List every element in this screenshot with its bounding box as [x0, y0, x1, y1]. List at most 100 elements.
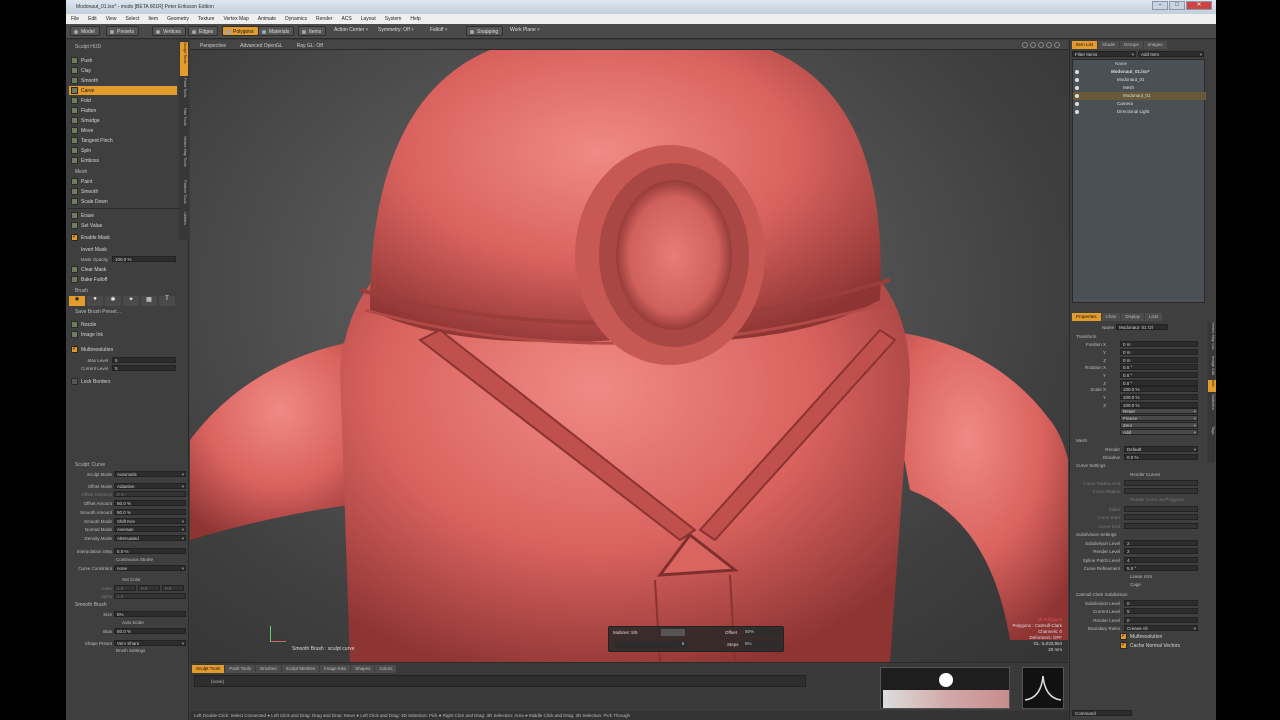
tab-image-inks[interactable]: Image Inks — [320, 665, 351, 673]
normal-mode-dropdown[interactable]: Average — [114, 526, 186, 532]
work-plane-dropdown[interactable]: Work Plane — [510, 27, 540, 33]
menu-geometry[interactable]: Geometry — [167, 16, 189, 24]
tab-display[interactable]: Display — [1121, 313, 1145, 321]
cc-multiresolution-checkbox[interactable]: Multiresolution — [1118, 632, 1198, 641]
brush-settings-button[interactable]: Brush Settings — [116, 648, 145, 653]
tool-paint[interactable]: Paint — [69, 177, 177, 186]
menu-item[interactable]: Item — [148, 16, 158, 24]
tool-smooth[interactable]: Smooth — [69, 76, 177, 85]
item-name-field[interactable]: Modonaut_01 (2) — [1116, 324, 1168, 330]
tool-fold[interactable]: Fold — [69, 96, 177, 105]
name-column-header[interactable]: Name — [1073, 60, 1206, 68]
snapping-button[interactable]: Snapping — [466, 26, 504, 36]
color-r-field[interactable]: 1.0 — [114, 585, 136, 591]
3d-viewport[interactable]: Perspective Advanced OpenGL Ray GL: Off — [190, 40, 1068, 662]
alpha-field[interactable]: 1.0 — [114, 593, 186, 599]
brush-text-icon[interactable]: T — [159, 296, 175, 306]
model-button[interactable]: Model — [70, 26, 100, 36]
freeze-button[interactable]: Freeze — [1120, 415, 1198, 421]
tool-emboss[interactable]: Emboss — [69, 156, 177, 165]
cc-subdiv-level-field[interactable]: 0 — [1124, 600, 1198, 606]
materials-button[interactable]: Materials — [258, 26, 295, 36]
eye-icon[interactable] — [1075, 110, 1079, 114]
subdivision-settings-header[interactable]: Subdivision Settings — [1076, 532, 1117, 537]
cc-render-level-field[interactable]: 0 — [1124, 617, 1198, 623]
menu-animate[interactable]: Animate — [258, 16, 276, 24]
pan-icon[interactable] — [1030, 42, 1036, 48]
brush-star-icon[interactable]: ✸ — [69, 296, 85, 306]
tab-brushes[interactable]: Brushes — [256, 665, 281, 673]
close-button[interactable]: ✕ — [1186, 1, 1212, 10]
eye-icon[interactable] — [1075, 70, 1079, 74]
sides-field[interactable] — [1124, 506, 1198, 512]
position-y-field[interactable]: 0 m — [1120, 349, 1198, 355]
sculpt-mode-dropdown[interactable]: Automatic — [114, 471, 186, 477]
linear-uvs-checkbox[interactable]: Linear UVs — [1130, 574, 1152, 579]
tool-tangent-pinch[interactable]: Tangent Pinch — [69, 136, 177, 145]
spline-patch-field[interactable]: 4 — [1124, 557, 1198, 563]
tab-vertex-map-tools[interactable]: Vertex Map Tools — [180, 136, 188, 178]
save-brush-preset-button[interactable]: Save Brush Preset... — [69, 307, 177, 316]
render-level-field[interactable]: 2 — [1124, 548, 1198, 554]
scale-y-field[interactable]: 100.0 % — [1120, 394, 1198, 400]
tab-images[interactable]: Images — [1143, 41, 1167, 49]
enable-mask-checkbox[interactable]: Enable Mask — [69, 233, 177, 242]
tab-shade[interactable]: Shade — [1098, 41, 1120, 49]
menu-render[interactable]: Render — [316, 16, 332, 24]
curve-end-field[interactable] — [1124, 523, 1198, 529]
item-camera[interactable]: Camera — [1073, 100, 1206, 108]
tab-statistics[interactable]: Statistics — [1208, 394, 1216, 424]
smooth-amount-field[interactable]: 50.0 % — [114, 509, 186, 515]
menu-acs[interactable]: ACS — [341, 16, 351, 24]
brush-procedural-icon[interactable]: ✦ — [123, 296, 139, 306]
tool-scale-down[interactable]: Scale Down — [69, 197, 177, 206]
menu-system[interactable]: System — [385, 16, 402, 24]
menu-dynamics[interactable]: Dynamics — [285, 16, 307, 24]
item-scene[interactable]: Modonaut_01.lxo* — [1073, 68, 1206, 76]
mesh-header[interactable]: Mesh — [1076, 438, 1087, 443]
eye-icon[interactable] — [1075, 86, 1079, 90]
rotation-y-field[interactable]: 0.0 ° — [1120, 372, 1198, 378]
menu-select[interactable]: Select — [125, 16, 139, 24]
curve-constraint-dropdown[interactable]: none — [114, 565, 186, 571]
tool-mesh-smooth[interactable]: Smooth — [69, 187, 177, 196]
zoom-icon[interactable] — [1038, 42, 1044, 48]
sculpt-curve-header[interactable]: Sculpt: Curve — [69, 460, 177, 469]
raygl-toggle[interactable]: Ray GL: Off — [297, 43, 323, 49]
offset-field[interactable]: 50% — [743, 629, 781, 636]
eye-icon[interactable] — [1075, 94, 1079, 98]
item-mesh-selected[interactable]: Modonaut_01 — [1073, 92, 1206, 100]
bake-falloff-button[interactable]: Bake Falloff — [69, 275, 177, 284]
cage-checkbox[interactable]: Cage — [1130, 582, 1141, 587]
bias-field[interactable]: 50.0 % — [114, 628, 186, 634]
command-field[interactable]: Command — [1072, 710, 1132, 716]
render-dropdown[interactable]: Default — [1124, 446, 1198, 452]
continuous-stroke-checkbox[interactable]: Continuous Stroke — [116, 557, 153, 562]
image-ink-button[interactable]: Image Ink — [69, 330, 177, 339]
color-b-field[interactable]: 0.6 — [162, 585, 184, 591]
tab-particle-tools[interactable]: Particle Tools — [180, 180, 188, 210]
presets-button[interactable]: Presets — [106, 26, 139, 36]
menu-edit[interactable]: Edit — [88, 16, 97, 24]
preset-browser-field[interactable]: (none) — [194, 675, 806, 687]
tool-move[interactable]: Move — [69, 126, 177, 135]
fit-icon[interactable] — [1046, 42, 1052, 48]
tool-set-value[interactable]: Set Value — [69, 221, 177, 230]
tab-info[interactable]: Info — [1208, 380, 1216, 392]
smooth-brush-header[interactable]: Smooth Brush — [69, 600, 177, 609]
menu-view[interactable]: View — [106, 16, 117, 24]
tab-paint-tools[interactable]: Paint Tools — [180, 78, 188, 106]
tool-flatten[interactable]: Flatten — [69, 106, 177, 115]
tab-hair-tools[interactable]: Hair Tools — [180, 108, 188, 134]
brush-image-icon[interactable]: ▦ — [141, 296, 157, 306]
level-buttons[interactable] — [613, 641, 685, 648]
invert-mask-checkbox[interactable]: Invert Mask — [69, 245, 177, 254]
cache-normals-checkbox[interactable]: Cache Normal Vectors — [1118, 641, 1198, 650]
clear-mask-button[interactable]: Clear Mask — [69, 265, 177, 274]
render-curve-polygons-checkbox[interactable]: Render Curve as Polygons — [1130, 497, 1184, 502]
mask-opacity-field[interactable]: 100.0 % — [112, 256, 176, 262]
brush-round-icon[interactable]: ● — [87, 296, 103, 306]
multires-arrows[interactable] — [661, 629, 685, 636]
density-mode-dropdown[interactable]: Attenuated — [114, 535, 186, 541]
menu-vertex-map[interactable]: Vertex Map — [223, 16, 248, 24]
